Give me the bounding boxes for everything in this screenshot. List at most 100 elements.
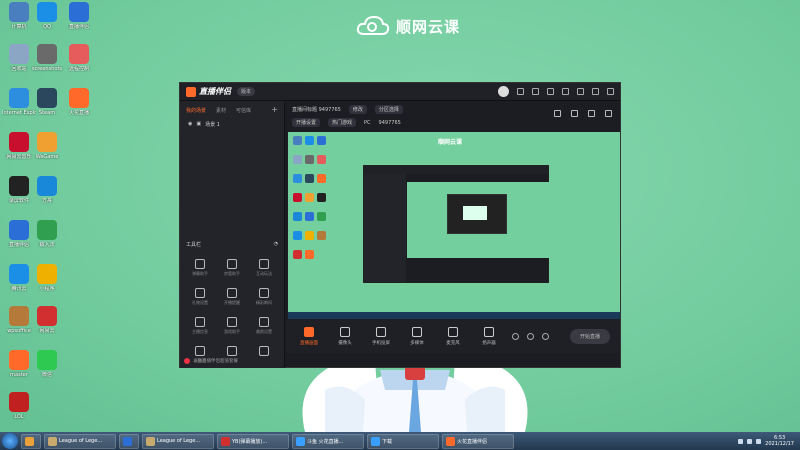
desktop-icon[interactable]: screenshots [30,44,64,72]
source-control[interactable]: 麦克风 [440,326,466,346]
taskbar-item[interactable] [119,433,139,449]
view-icon[interactable] [527,332,534,340]
desktop-icon[interactable]: 输入法 [30,220,64,248]
tools-more-icon[interactable]: ◔ [274,241,278,248]
gift-icon[interactable] [554,110,561,117]
taskbar-item[interactable]: 火花直播伴侣 [442,433,514,449]
tool-icon [227,317,237,327]
user-avatar[interactable] [498,86,509,97]
tools-title: 工具栏 [186,242,202,248]
close-icon[interactable] [607,88,614,95]
desktop-icon[interactable]: LOL [2,392,36,420]
record-dot-icon[interactable] [512,332,519,340]
desktop-icon[interactable]: 微信 [30,350,64,378]
sync-icon[interactable] [588,110,595,117]
minimize-icon[interactable] [577,88,584,95]
desktop-icon-label: WeGame [35,154,59,160]
skin-icon[interactable] [547,88,554,95]
taskbar-item[interactable]: League of Lege... [142,433,214,449]
tool-item[interactable]: 主播信息 [184,317,216,335]
tab-scenes[interactable]: 我的场景 [186,107,206,114]
tool-item[interactable]: 开播提醒 [216,288,248,306]
taskbar-item[interactable]: 斗鱼 火花直播... [292,433,364,449]
desktop-icon[interactable]: Steam [30,88,64,116]
source-control[interactable]: 直播画面 [296,326,322,346]
clock[interactable]: 6:53 2021/12/17 [765,435,794,447]
gear-icon[interactable] [542,332,549,340]
source-control[interactable]: 摄像头 [332,326,358,346]
preview-icon [317,231,326,240]
scene-item[interactable]: ◉ ▣ 场景 1 [180,118,284,131]
share-icon[interactable] [605,110,612,117]
tool-item[interactable]: 精彩瞬间 [248,288,280,306]
start-button[interactable] [2,433,18,449]
tray-volume-icon[interactable] [747,438,753,444]
tray-ime-icon[interactable] [756,438,762,444]
category-select[interactable]: 分区选择 [374,105,403,114]
app-icon [9,392,29,412]
desktop-icon[interactable]: 火花直播 [62,88,96,116]
desktop-icon[interactable]: WeGame [30,132,64,160]
tool-item[interactable]: 房管助手 [216,259,248,277]
taskbar-item-label: League of Lege... [59,438,103,444]
preview-deeper-window [447,194,507,234]
preview-icon [305,174,314,183]
taskbar-item-label: 下载 [382,438,393,445]
app-icon [69,88,89,108]
desktop-icon-label: 微信 [41,372,52,378]
desktop-icon[interactable]: 网易云 [30,306,64,334]
desktop-icon[interactable]: QQ [30,2,64,30]
tab-materials[interactable]: 素材 [216,107,226,114]
desktop-icon-label: Steam [38,110,56,116]
taskbar-item[interactable]: YB(弹幕播放)... [217,433,289,449]
desktop-icon[interactable]: 远程控制 [62,44,96,72]
version-badge[interactable]: 版本 [237,87,256,96]
tool-item[interactable]: 互动玩法 [248,259,280,277]
taskbar-item[interactable] [21,433,41,449]
taskbar-item[interactable]: 下载 [367,433,439,449]
preview-icon [293,231,302,240]
add-scene-button[interactable]: + [271,105,278,114]
menu-icon[interactable] [562,88,569,95]
taskbar-item[interactable]: League of Lege... [44,433,116,449]
maximize-icon[interactable] [592,88,599,95]
desktop-icon[interactable]: 方舟 [30,176,64,204]
live-preview[interactable]: 顺网云课 [288,132,620,319]
source-control[interactable]: 扬声器 [476,326,502,346]
message-icon[interactable] [532,88,539,95]
game-category[interactable]: 热门游戏 [328,118,357,127]
taskbar-items: League of Lege... League of Lege... YB(弹幕播… [21,433,514,449]
source-control[interactable]: 手机投屏 [368,326,394,346]
tool-item[interactable] [248,346,280,364]
app-icon [9,132,29,152]
tool-item[interactable]: 游戏助手 [216,317,248,335]
start-live-button[interactable]: 开始直播 [569,328,610,344]
tool-icon [227,259,237,269]
desktop-icon[interactable]: 小程序 [30,264,64,292]
eye-icon[interactable]: ◉ [188,121,192,128]
tool-item[interactable]: 美颜设置 [248,317,280,335]
lock-icon[interactable]: ▣ [196,121,201,128]
stream-setting[interactable]: 开播设置 [292,118,321,127]
source-control-label: 手机投屏 [372,340,390,346]
tray-network-icon[interactable] [738,438,744,444]
clock-date: 2021/12/17 [765,441,794,447]
source-control[interactable]: 多媒体 [404,326,430,346]
desktop-icon-label: 方舟 [41,198,52,204]
preview-icon [317,155,326,164]
taskbar-item-label: League of Lege... [157,438,201,444]
tool-item[interactable]: 弹幕助手 [184,259,216,277]
edit-title-button[interactable]: 修改 [348,105,367,114]
tool-label: 主播信息 [192,329,208,334]
promo-badge[interactable]: 斗鱼直播伴侣超值套餐 [184,358,238,364]
desktop-icon[interactable]: 直播伴侣 [62,2,96,30]
settings-icon[interactable] [517,88,524,95]
tool-item[interactable]: 礼物设置 [184,288,216,306]
preview-icon [305,231,314,240]
taskbar-app-icon [446,436,455,446]
tab-library[interactable]: 可信库 [236,107,251,114]
app-icon [9,176,29,196]
record-icon[interactable] [571,110,578,117]
preview-taskbar [288,312,620,319]
app-logo-icon [186,86,196,97]
